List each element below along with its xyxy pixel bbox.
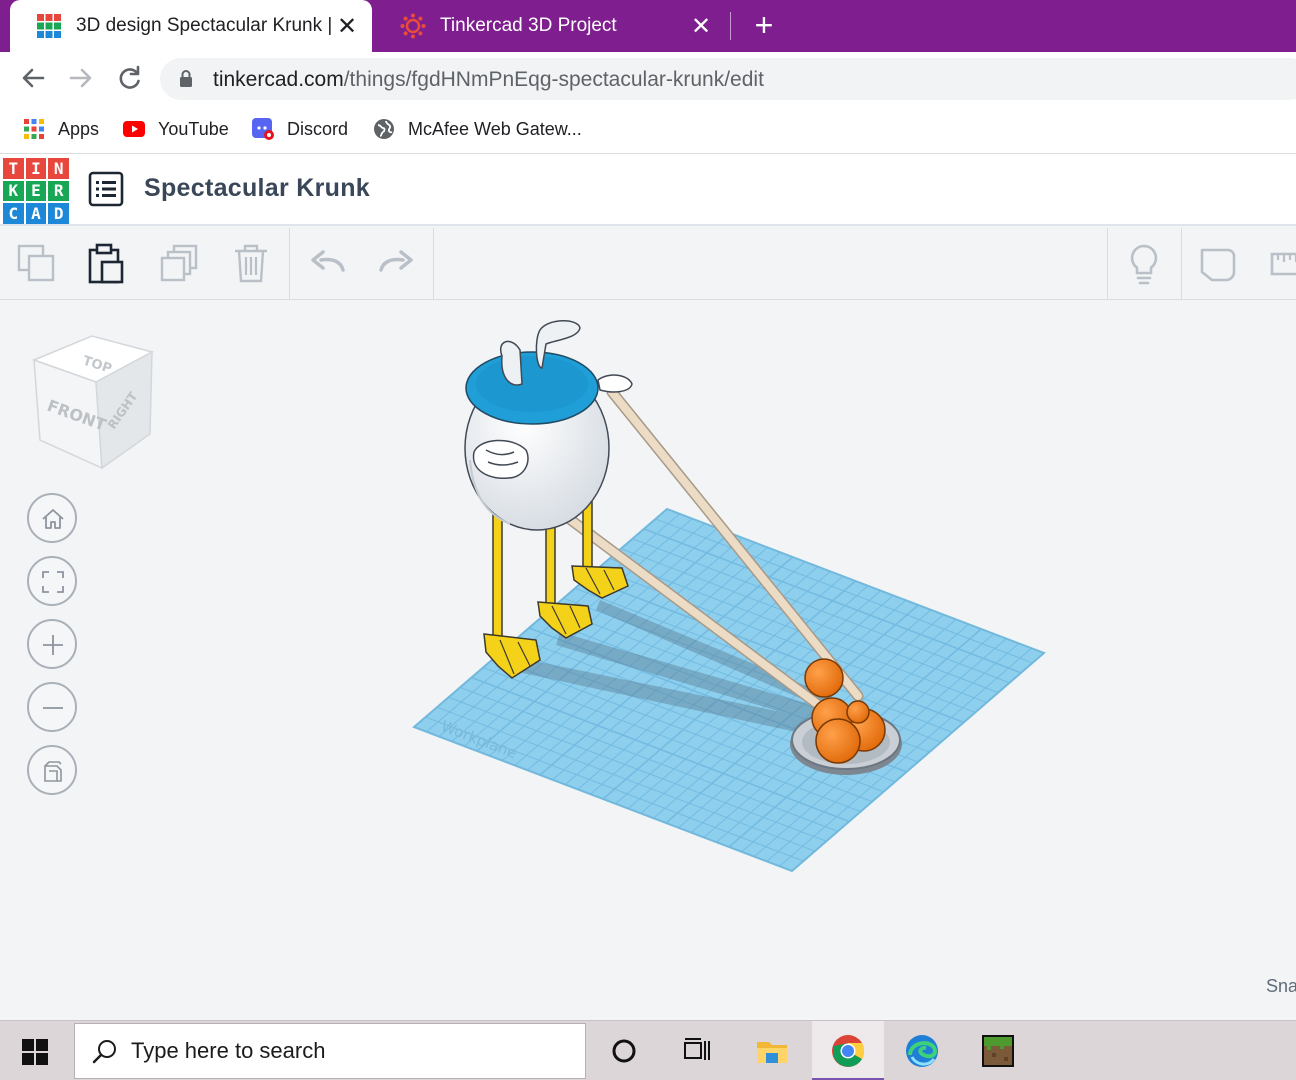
- logo-letter: C: [3, 203, 24, 224]
- design-list-icon[interactable]: [88, 171, 124, 207]
- chrome-icon: [832, 1035, 865, 1067]
- lightbulb-icon[interactable]: [1120, 240, 1168, 288]
- forward-arrow-icon[interactable]: [65, 62, 97, 94]
- tinkercad-header: TIN KER CAD Spectacular Krunk: [0, 154, 1296, 226]
- chrome-button[interactable]: [812, 1021, 884, 1080]
- logo-letter: T: [3, 158, 24, 179]
- logo-letter: A: [25, 203, 47, 224]
- toolbar-divider: [289, 228, 290, 300]
- tinkercad-logo[interactable]: TIN KER CAD: [3, 158, 69, 224]
- logo-letter: K: [3, 180, 24, 202]
- trash-icon[interactable]: [227, 240, 275, 288]
- url-host: tinkercad.com: [213, 68, 344, 91]
- lock-icon[interactable]: [178, 69, 194, 89]
- copy-icon[interactable]: [13, 240, 61, 288]
- note-icon[interactable]: [1194, 240, 1242, 288]
- minecraft-button[interactable]: [962, 1021, 1034, 1080]
- file-explorer-button[interactable]: [736, 1021, 808, 1080]
- address-bar[interactable]: tinkercad.com/things/fgdHNmPnEqg-spectac…: [160, 58, 1296, 100]
- new-tab-button[interactable]: +: [746, 8, 782, 44]
- 3d-workspace[interactable]: TOP FRONT RIGHT Workplane Sna: [0, 300, 1296, 1020]
- edge-icon: [906, 1035, 938, 1067]
- task-view-button[interactable]: [660, 1021, 732, 1080]
- duplicate-icon[interactable]: [156, 240, 204, 288]
- paste-icon[interactable]: [82, 240, 130, 288]
- design-title[interactable]: Spectacular Krunk: [144, 174, 370, 203]
- tinkercad-icon: [37, 14, 61, 38]
- bookmark-mcafee[interactable]: McAfee Web Gatew...: [372, 114, 582, 144]
- bookmark-apps[interactable]: Apps: [22, 114, 99, 144]
- reload-icon[interactable]: [113, 62, 145, 94]
- close-icon[interactable]: ✕: [690, 12, 712, 41]
- edit-toolbar: [0, 228, 1296, 300]
- taskbar-search-input[interactable]: [131, 1036, 571, 1066]
- url-path: /things/fgdHNmPnEqg-spectacular-krunk/ed…: [343, 68, 764, 91]
- logo-letter: R: [48, 180, 69, 202]
- edge-button[interactable]: [886, 1021, 958, 1080]
- logo-letter: N: [48, 158, 69, 179]
- bookmarks-bar: Apps YouTube Discord McAfee Web Gatew...: [0, 104, 1296, 154]
- folder-icon: [757, 1042, 787, 1063]
- blue-hat[interactable]: [465, 351, 599, 425]
- cortana-circle-icon: [612, 1039, 636, 1063]
- tab-tinkercad-design[interactable]: 3D design Spectacular Krunk | Tinkercad …: [10, 0, 372, 52]
- minecraft-grass-block-icon: [982, 1035, 1014, 1067]
- cortana-button[interactable]: [588, 1021, 660, 1080]
- url-text[interactable]: tinkercad.com/things/fgdHNmPnEqg-spectac…: [213, 68, 764, 92]
- tab-title: 3D design Spectacular Krunk | Tinkercad: [76, 15, 336, 36]
- youtube-icon: [123, 121, 145, 137]
- tab-tinkercad-project[interactable]: Tinkercad 3D Project ✕: [374, 0, 726, 52]
- search-icon: [92, 1040, 116, 1064]
- toolbar-divider: [1181, 228, 1182, 300]
- redo-icon[interactable]: [373, 240, 421, 288]
- logo-letter: I: [25, 158, 47, 179]
- snap-grid-label[interactable]: Sna: [1266, 976, 1296, 997]
- tab-title: Tinkercad 3D Project: [440, 15, 617, 36]
- bookmark-label: YouTube: [158, 118, 229, 139]
- back-arrow-icon[interactable]: [17, 62, 49, 94]
- task-view-icon: [684, 1038, 710, 1060]
- tab-separator: [730, 12, 731, 40]
- globe-icon: [374, 119, 394, 139]
- bookmark-label: McAfee Web Gatew...: [408, 118, 582, 139]
- design-scene[interactable]: Workplane: [0, 300, 1296, 1020]
- canvas-icon: [400, 13, 426, 39]
- browser-tab-strip: 3D design Spectacular Krunk | Tinkercad …: [0, 0, 1296, 52]
- browser-toolbar: tinkercad.com/things/fgdHNmPnEqg-spectac…: [0, 52, 1296, 104]
- windows-start-icon[interactable]: [22, 1039, 48, 1065]
- logo-letter: E: [25, 180, 47, 202]
- taskbar-search-box[interactable]: [74, 1023, 586, 1079]
- apps-grid-icon: [24, 119, 44, 139]
- ruler-icon[interactable]: [1264, 240, 1296, 288]
- windows-taskbar: [0, 1020, 1296, 1080]
- undo-icon[interactable]: [303, 240, 351, 288]
- bookmark-label: Discord: [287, 118, 349, 139]
- discord-icon: [252, 118, 274, 140]
- close-icon[interactable]: ✕: [336, 12, 358, 41]
- logo-letter: D: [48, 203, 69, 224]
- bookmark-label: Apps: [58, 118, 100, 139]
- bookmark-youtube[interactable]: YouTube: [122, 114, 229, 144]
- bookmark-discord[interactable]: Discord: [251, 114, 348, 144]
- toolbar-divider: [433, 228, 434, 300]
- toolbar-divider: [1107, 228, 1108, 300]
